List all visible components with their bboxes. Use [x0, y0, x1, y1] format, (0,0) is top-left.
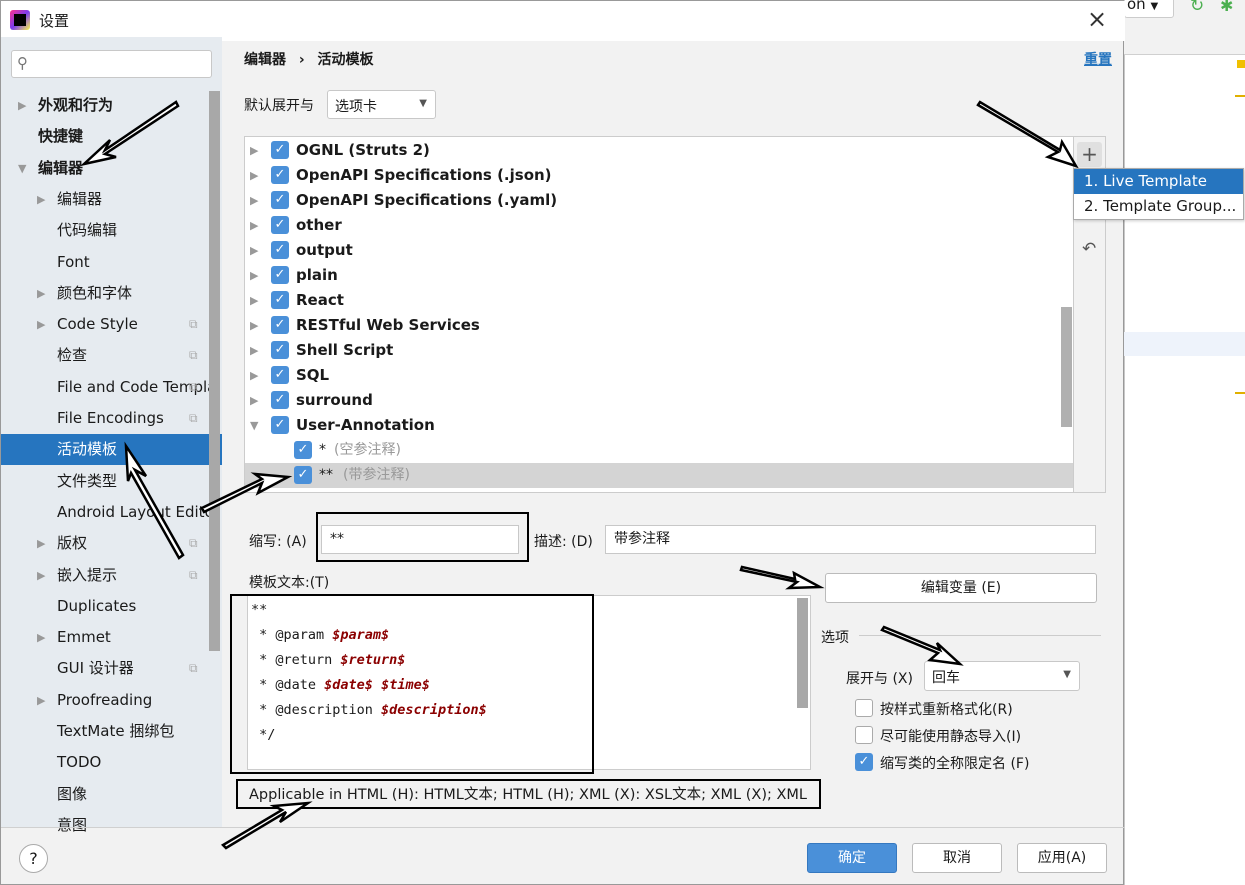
annotation-arrow: [79, 100, 180, 167]
annotation-arrow: [124, 441, 185, 560]
annotation-arrow: [739, 565, 825, 590]
annotation-arrows: [79, 100, 1079, 850]
annotation-arrow: [880, 625, 964, 666]
annotation-arrow: [976, 100, 1079, 169]
annotation-arrow: [220, 801, 313, 850]
annotation-arrow: [200, 472, 293, 514]
